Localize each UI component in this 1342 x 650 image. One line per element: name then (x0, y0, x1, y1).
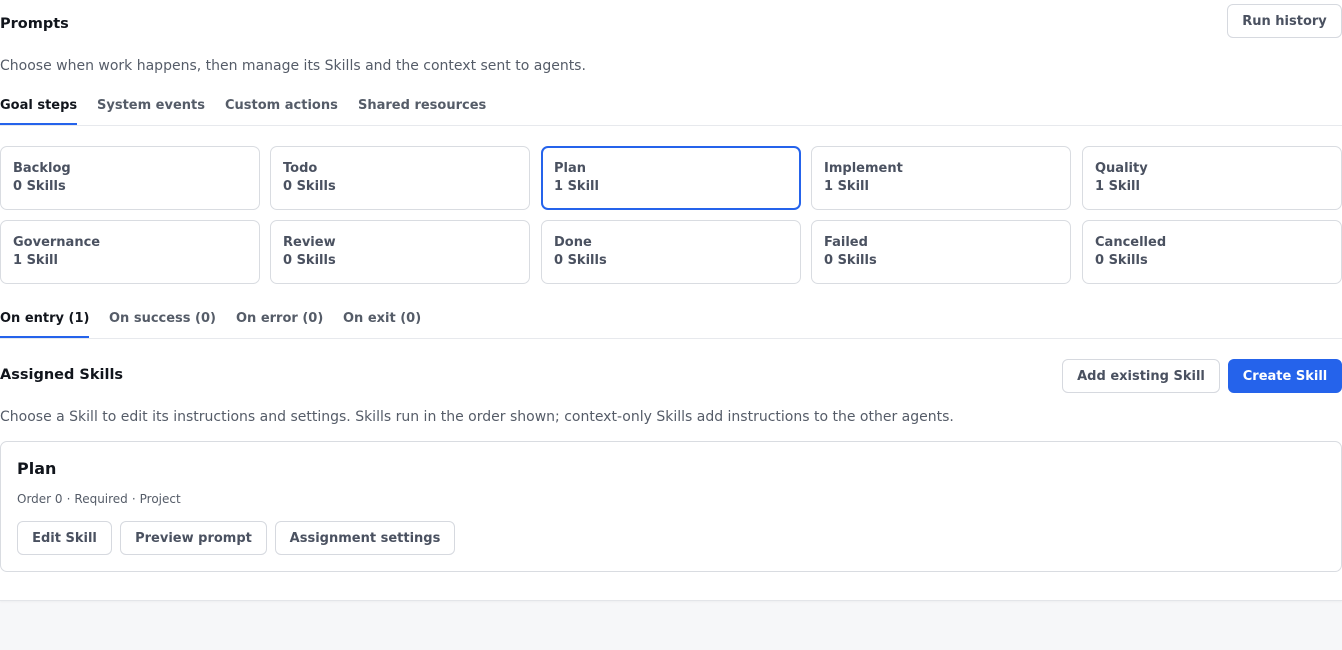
run-history-button[interactable]: Run history (1227, 4, 1342, 38)
step-name: Governance (13, 235, 101, 250)
step-skill-count: 0 Skills (13, 179, 66, 194)
step-name: Plan (554, 161, 587, 176)
tab-goal-steps[interactable]: Goal steps (0, 98, 77, 113)
step-skill-count: 0 Skills (554, 253, 607, 268)
tab-custom-actions[interactable]: Custom actions (225, 98, 338, 113)
step-name: Implement (824, 161, 903, 176)
step-card-quality[interactable]: Quality 1 Skill (1082, 146, 1342, 210)
step-skill-count: 1 Skill (1095, 179, 1140, 194)
step-card-implement[interactable]: Implement 1 Skill (811, 146, 1071, 210)
edit-skill-button[interactable]: Edit Skill (17, 521, 112, 555)
step-card-plan[interactable]: Plan 1 Skill (541, 146, 801, 210)
active-tab-underline (0, 123, 77, 125)
active-tab-underline (0, 336, 89, 338)
assigned-skills-description: Choose a Skill to edit its instructions … (0, 409, 954, 425)
step-card-done[interactable]: Done 0 Skills (541, 220, 801, 284)
skill-card-plan[interactable]: Plan Order 0 · Required · Project Edit Skill… (0, 441, 1342, 572)
skill-required: Required (74, 492, 128, 506)
step-card-backlog[interactable]: Backlog 0 Skills (0, 146, 260, 210)
step-card-review[interactable]: Review 0 Skills (270, 220, 530, 284)
step-skill-count: 1 Skill (554, 179, 599, 194)
step-skill-count: 1 Skill (13, 253, 58, 268)
step-skill-count: 1 Skill (824, 179, 869, 194)
meta-separator: · (66, 492, 71, 506)
assigned-skills-title: Assigned Skills (0, 367, 124, 383)
preview-prompt-button[interactable]: Preview prompt (120, 521, 267, 555)
tab-system-events[interactable]: System events (97, 98, 205, 113)
skill-name: Plan (17, 459, 57, 478)
skill-scope: Project (139, 492, 181, 506)
step-card-governance[interactable]: Governance 1 Skill (0, 220, 260, 284)
skill-meta: Order 0 · Required · Project (17, 492, 181, 506)
step-name: Quality (1095, 161, 1148, 176)
step-skill-count: 0 Skills (283, 179, 336, 194)
tab-on-error[interactable]: On error (0) (236, 311, 323, 326)
step-card-todo[interactable]: Todo 0 Skills (270, 146, 530, 210)
main-tabs: Goal steps System events Custom actions … (0, 98, 1342, 126)
tab-shared-resources[interactable]: Shared resources (358, 98, 486, 113)
skill-order: Order 0 (17, 492, 63, 506)
step-skill-count: 0 Skills (1095, 253, 1148, 268)
step-skill-count: 0 Skills (283, 253, 336, 268)
step-skill-count: 0 Skills (824, 253, 877, 268)
meta-separator: · (131, 492, 136, 506)
step-card-cancelled[interactable]: Cancelled 0 Skills (1082, 220, 1342, 284)
assignment-settings-button[interactable]: Assignment settings (275, 521, 455, 555)
step-name: Cancelled (1095, 235, 1167, 250)
tab-on-exit[interactable]: On exit (0) (343, 311, 421, 326)
tab-on-success[interactable]: On success (0) (109, 311, 216, 326)
add-existing-skill-button[interactable]: Add existing Skill (1062, 359, 1220, 393)
event-tabs: On entry (1) On success (0) On error (0)… (0, 311, 1342, 339)
step-name: Failed (824, 235, 868, 250)
step-card-failed[interactable]: Failed 0 Skills (811, 220, 1071, 284)
prompts-panel: Prompts Run history Choose when work hap… (0, 0, 1342, 601)
step-name: Backlog (13, 161, 71, 176)
step-name: Done (554, 235, 592, 250)
page-subtitle: Choose when work happens, then manage it… (0, 58, 586, 74)
tab-on-entry[interactable]: On entry (1) (0, 311, 89, 326)
step-name: Review (283, 235, 336, 250)
step-name: Todo (283, 161, 318, 176)
create-skill-button[interactable]: Create Skill (1228, 359, 1342, 393)
page-title: Prompts (0, 16, 69, 32)
